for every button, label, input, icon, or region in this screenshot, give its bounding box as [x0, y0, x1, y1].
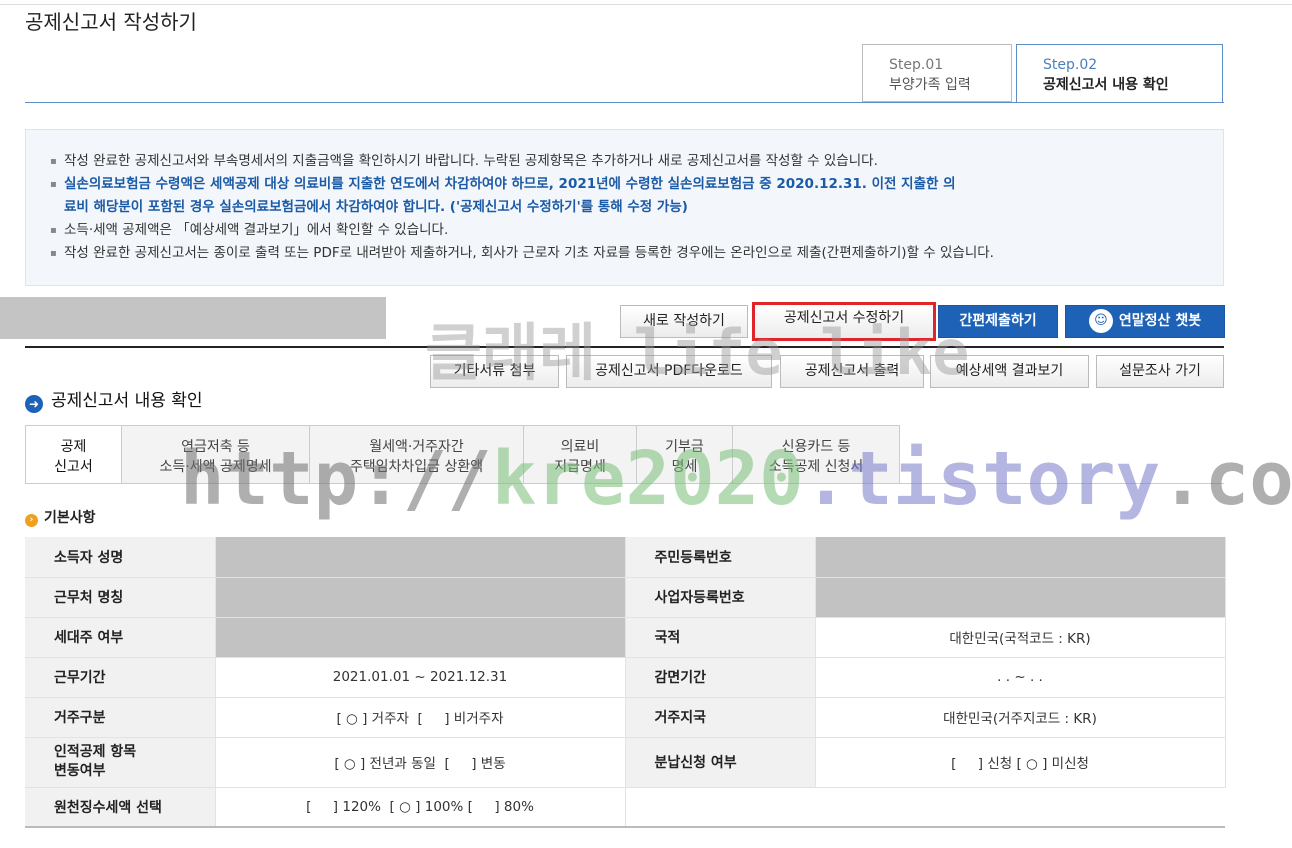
masked-area — [0, 297, 386, 339]
table-row: 세대주 여부 국적 대한민국(국적코드 : KR) — [25, 617, 1226, 658]
value-rrn-masked — [815, 537, 1226, 578]
tab-label: 의료비 — [560, 439, 600, 455]
value-company-masked — [215, 577, 626, 618]
table-row: 근무기간 2021.01.01 ~ 2021.12.31 감면기간 . . ~ … — [25, 657, 1226, 698]
notice-box: 작성 완료한 공제신고서와 부속명세서의 지출금액을 확인하시기 바랍니다. 누… — [25, 129, 1224, 286]
label-rrn: 주민등록번호 — [625, 537, 816, 578]
arrow-right-circle-icon: ➜ — [25, 395, 43, 413]
new-write-button[interactable]: 새로 작성하기 — [620, 305, 748, 338]
tab-medical[interactable]: 의료비 지급명세 — [524, 425, 637, 484]
attach-docs-button[interactable]: 기타서류 첨부 — [430, 355, 559, 388]
table-row: 소득자 성명 주민등록번호 — [25, 537, 1226, 578]
print-button[interactable]: 공제신고서 출력 — [780, 355, 924, 388]
label-household: 세대주 여부 — [25, 617, 216, 658]
label-withholding: 원천징수세액 선택 — [25, 787, 216, 828]
label-period: 근무기간 — [25, 657, 216, 698]
tab-donation[interactable]: 기부금 명세 — [637, 425, 733, 484]
value-residence-country: 대한민국(거주지코드 : KR) — [815, 697, 1226, 738]
tab-label: 공제 — [60, 439, 87, 455]
value-household-masked — [215, 617, 626, 658]
pdf-download-button[interactable]: 공제신고서 PDF다운로드 — [566, 355, 772, 388]
top-divider — [0, 4, 1292, 5]
table-row: 원천징수세액 선택 [ ] 120% [ ○ ] 100% [ ] 80% — [25, 787, 1225, 828]
tab-monthly-rent[interactable]: 월세액·거주자간 주택임차차입금 상환액 — [310, 425, 524, 484]
label-residence-country: 거주지국 — [625, 697, 816, 738]
step-01-tab[interactable]: Step.01 부양가족 입력 — [862, 44, 1012, 102]
value-withholding: [ ] 120% [ ○ ] 100% [ ] 80% — [215, 787, 626, 828]
page-title: 공제신고서 작성하기 — [25, 10, 197, 34]
watermark-part: .com — [1160, 436, 1292, 522]
tab-label: 소득공제 신청서 — [768, 459, 864, 475]
detail-tabs: 공제 신고서 연금저축 등 소득·세액 공제명세 월세액·거주자간 주택임차차입… — [25, 425, 900, 484]
value-period: 2021.01.01 ~ 2021.12.31 — [215, 657, 626, 698]
tab-label: 소득·세액 공제명세 — [159, 459, 272, 475]
table-row: 거주구분 [ ○ ] 거주자 [ ] 비거주자 거주지국 대한민국(거주지코드 … — [25, 697, 1226, 738]
tab-label: 명세 — [671, 459, 698, 475]
tab-label: 연금저축 등 — [181, 439, 250, 455]
tab-divider — [25, 483, 1224, 484]
toolbar-divider — [25, 346, 1224, 348]
value-name-masked — [215, 537, 626, 578]
notice-item-insurance-cont: 료비 해당분이 포함된 경우 실손의료보험금에서 차감하여야 합니다. ('공제… — [64, 199, 688, 215]
tab-label: 신용카드 등 — [781, 439, 851, 455]
tab-credit-card[interactable]: 신용카드 등 소득공제 신청서 — [733, 425, 900, 484]
chatbot-icon: ☺ — [1088, 309, 1113, 333]
value-exempt-period: . . ~ . . — [815, 657, 1226, 698]
chevron-right-icon: › — [25, 514, 38, 527]
empty-cell — [625, 787, 1225, 828]
basic-info-table: 소득자 성명 주민등록번호 근무처 명칭 사업자등록번호 세대주 여부 국적 대… — [25, 537, 1226, 828]
value-bizno-masked — [815, 577, 1226, 618]
step-02-label: 공제신고서 내용 확인 — [1043, 77, 1169, 93]
notice-item: 작성 완료한 공제신고서는 종이로 출력 또는 PDF로 내려받아 제출하거나,… — [50, 242, 1199, 265]
tab-label: 주택임차차입금 상환액 — [349, 459, 484, 475]
label-exempt-period: 감면기간 — [625, 657, 816, 698]
tab-label: 지급명세 — [554, 459, 606, 475]
label-bizno: 사업자등록번호 — [625, 577, 816, 618]
section-title-text: 공제신고서 내용 확인 — [51, 391, 203, 411]
value-residency: [ ○ ] 거주자 [ ] 비거주자 — [215, 697, 626, 738]
label-company: 근무처 명칭 — [25, 577, 216, 618]
label-name: 소득자 성명 — [25, 537, 216, 578]
step-02-tab[interactable]: Step.02 공제신고서 내용 확인 — [1016, 44, 1223, 102]
label-installment: 분납신청 여부 — [625, 737, 816, 788]
basic-info-title-text: 기본사항 — [44, 510, 96, 526]
label-nationality: 국적 — [625, 617, 816, 658]
label-line: 인적공제 항목 — [54, 744, 137, 760]
simple-submit-button[interactable]: 간편제출하기 — [938, 305, 1058, 338]
label-residency: 거주구분 — [25, 697, 216, 738]
step-02-number: Step.02 — [1043, 57, 1098, 73]
estimate-result-button[interactable]: 예상세액 결과보기 — [930, 355, 1089, 388]
tab-pension-savings[interactable]: 연금저축 등 소득·세액 공제명세 — [122, 425, 310, 484]
step-01-number: Step.01 — [889, 57, 944, 73]
notice-item: 작성 완료한 공제신고서와 부속명세서의 지출금액을 확인하시기 바랍니다. 누… — [50, 150, 1199, 173]
notice-item-insurance: 실손의료보험금 수령액은 세액공제 대상 의료비를 지출한 연도에서 차감하여야… — [50, 173, 1199, 196]
table-row: 인적공제 항목 변동여부 [ ○ ] 전년과 동일 [ ] 변동 분납신청 여부… — [25, 737, 1226, 788]
value-personal-deduction: [ ○ ] 전년과 동일 [ ] 변동 — [215, 737, 626, 788]
edit-declaration-button[interactable]: 공제신고서 수정하기 — [752, 302, 936, 341]
notice-item: 소득·세액 공제액은 「예상세액 결과보기」에서 확인할 수 있습니다. — [50, 219, 1199, 242]
table-row: 근무처 명칭 사업자등록번호 — [25, 577, 1226, 618]
title-divider — [25, 102, 1224, 103]
tab-declaration[interactable]: 공제 신고서 — [25, 425, 122, 484]
tab-label: 월세액·거주자간 — [369, 439, 464, 455]
chatbot-button[interactable]: ☺ 연말정산 챗봇 — [1065, 305, 1225, 338]
tab-label: 기부금 — [665, 439, 704, 455]
label-line: 변동여부 — [54, 763, 106, 779]
tab-label: 신고서 — [54, 459, 93, 475]
survey-button[interactable]: 설문조사 가기 — [1096, 355, 1224, 388]
chatbot-label: 연말정산 챗봇 — [1118, 313, 1202, 329]
section-title: ➜ 공제신고서 내용 확인 — [25, 386, 203, 413]
value-nationality: 대한민국(국적코드 : KR) — [815, 617, 1226, 658]
step-01-label: 부양가족 입력 — [889, 77, 971, 93]
basic-info-title: › 기본사항 — [25, 507, 96, 527]
label-personal-deduction: 인적공제 항목 변동여부 — [25, 737, 216, 788]
value-installment: [ ] 신청 [ ○ ] 미신청 — [815, 737, 1226, 788]
